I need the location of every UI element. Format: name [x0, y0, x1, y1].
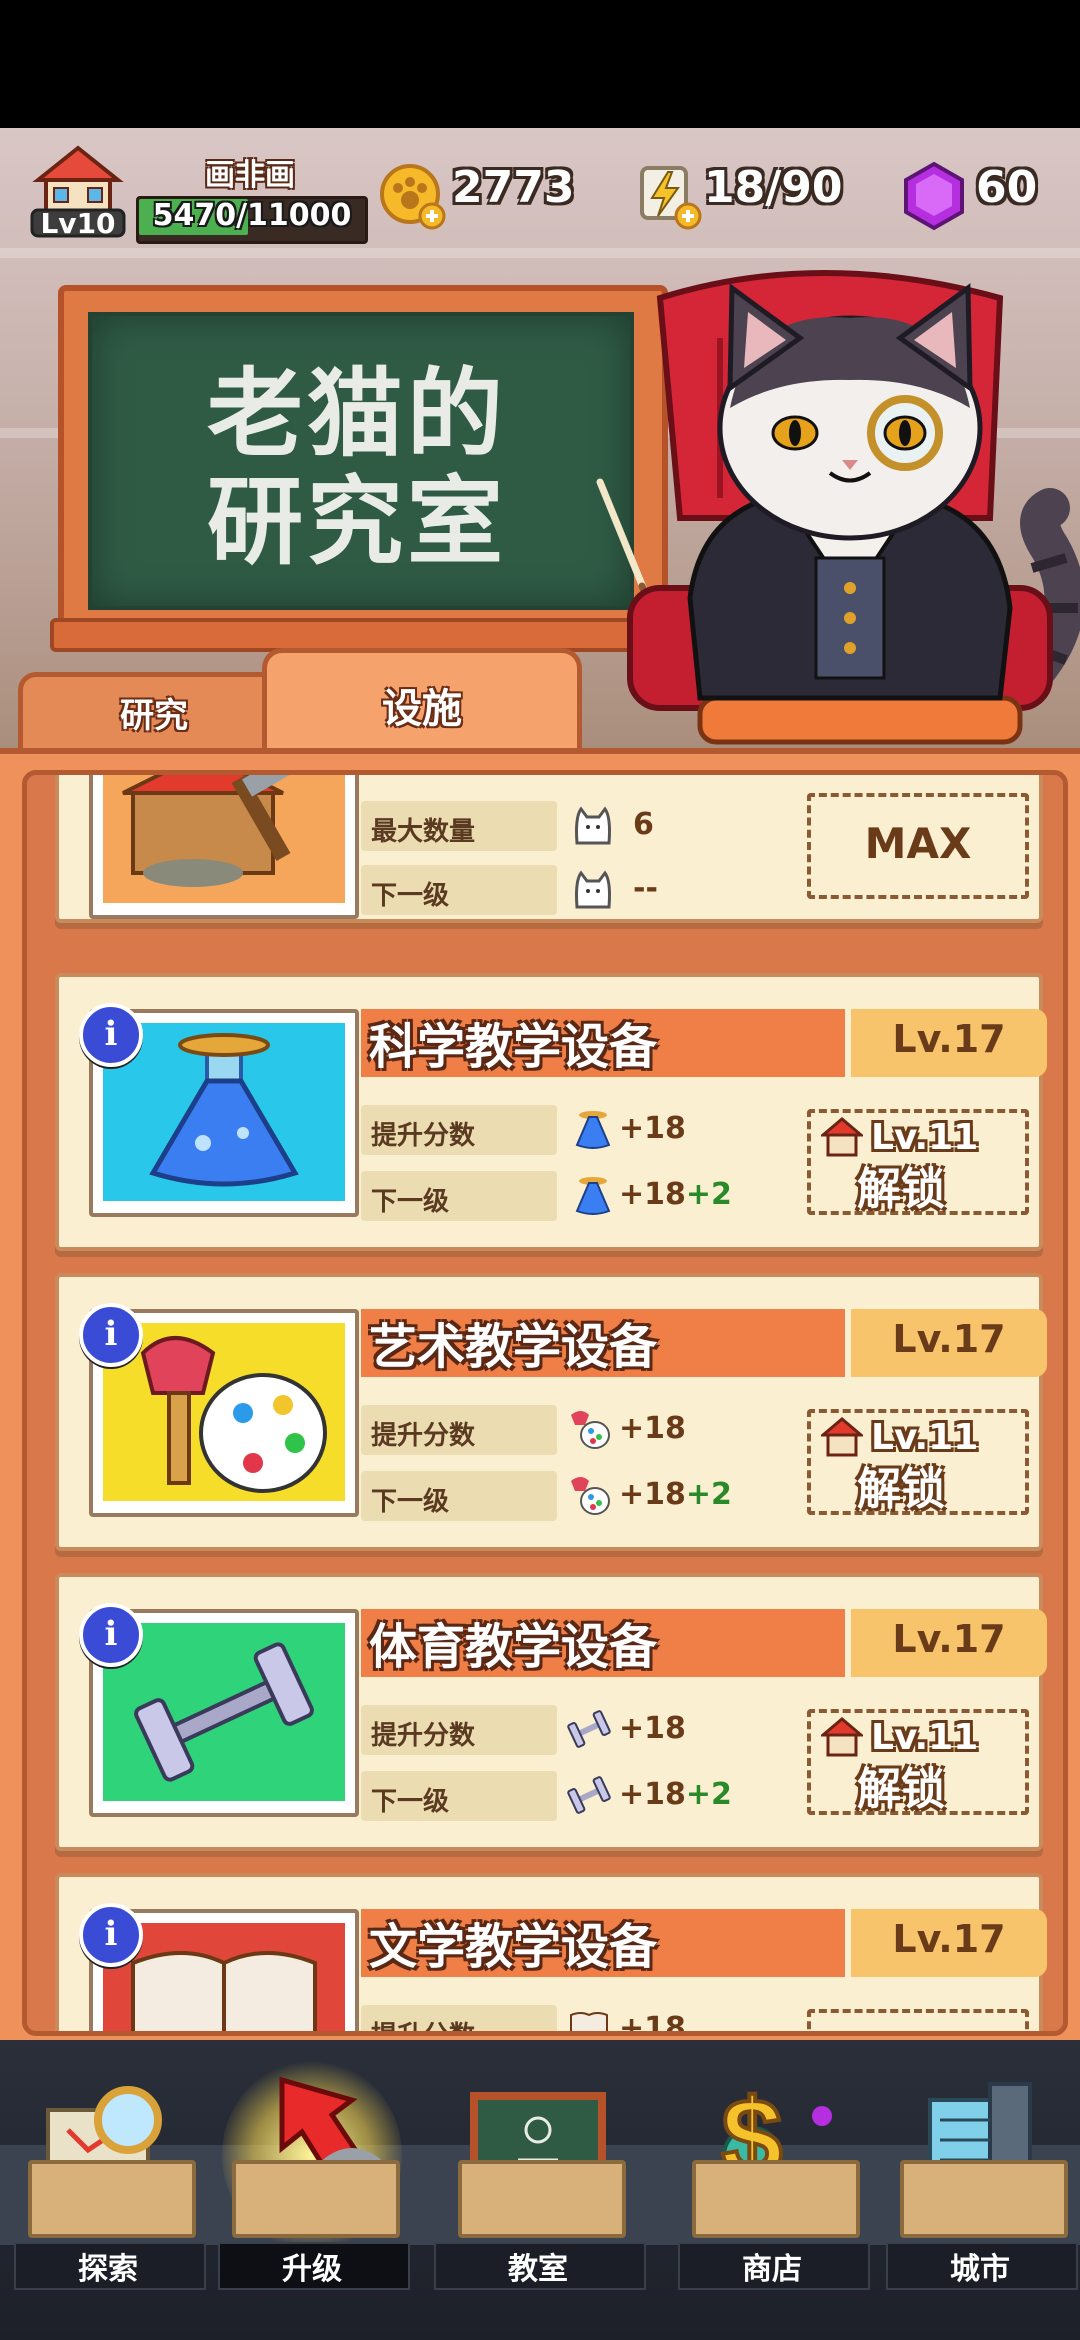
energy-count: 18/90 [704, 162, 843, 213]
nav-label: 探索 [78, 2252, 138, 2287]
row1-label: 最大数量 [371, 817, 476, 847]
cat-professor-mascot [627, 270, 1080, 745]
unlock-level: Lv.11 [871, 1417, 979, 1458]
facility-card-capacity[interactable]: 最大数量 6 下一级 -- MAX [55, 775, 1043, 923]
facility-title: 文学教学设备 [369, 1919, 658, 1975]
row1-label: 提升分数 [371, 1721, 476, 1751]
house-small-icon [821, 1717, 863, 1757]
row2-label: 下一级 [371, 881, 450, 911]
row2-value-bonus: +2 [685, 1177, 732, 1212]
coin-paw-icon[interactable] [376, 160, 448, 232]
unlock-button[interactable] [807, 2009, 1029, 2031]
dumbbell-small-icon [567, 1776, 611, 1814]
gem-icon[interactable] [900, 160, 968, 232]
row1-value: +18 [619, 2011, 686, 2036]
nav-box [28, 2160, 196, 2238]
board-title-line2: 研究室 [207, 465, 507, 578]
facility-level: Lv.17 [892, 1017, 1006, 1061]
row2-value-bonus: +2 [685, 1477, 732, 1512]
row2-label: 下一级 [371, 1487, 450, 1517]
nav-label: 教室 [508, 2252, 568, 2287]
max-label: MAX [864, 819, 972, 868]
nav-city[interactable]: 城市 [880, 2070, 1080, 2300]
row2-value: -- [633, 871, 658, 906]
xp-text: 5470/11000 [152, 198, 352, 233]
board-title: 老猫的 研究室 [88, 360, 626, 576]
unlock-label: 解锁 [857, 1464, 945, 1515]
facility-title: 体育教学设备 [369, 1619, 658, 1675]
energy-bolt-icon[interactable] [636, 160, 704, 232]
row2-value-base: +18 [619, 1477, 686, 1512]
coin-count: 2773 [452, 162, 575, 213]
dumbbell-small-icon [567, 1710, 611, 1748]
row1-value: +18 [619, 1111, 686, 1146]
nav-label: 城市 [950, 2252, 1010, 2287]
info-button[interactable]: i [79, 1603, 143, 1667]
unlock-label: 解锁 [857, 1164, 945, 1215]
house-small-icon [821, 1417, 863, 1457]
row2-value: +18+2 [619, 1477, 732, 1512]
flask-small-icon [575, 1177, 611, 1215]
row2-value: +18+2 [619, 1777, 732, 1812]
nav-classroom[interactable]: 教室 [428, 2070, 648, 2300]
facility-title: 艺术教学设备 [369, 1319, 658, 1375]
nav-upgrade[interactable]: 升级 [212, 2060, 412, 2300]
nav-box [900, 2160, 1068, 2238]
tab-facility-label: 设施 [382, 686, 462, 732]
chalkboard-ledge [50, 618, 672, 652]
info-button[interactable]: i [79, 1003, 143, 1067]
row1-label: 提升分数 [371, 2021, 476, 2036]
facility-title: 科学教学设备 [369, 1019, 658, 1075]
facility-level: Lv.17 [892, 1317, 1006, 1361]
row1-value: +18 [619, 1411, 686, 1446]
book-small-icon [570, 2012, 608, 2031]
facility-card-literature[interactable]: i 文学教学设备 Lv.17 提升分数 +18 [55, 1873, 1047, 2036]
facility-card-sports[interactable]: i 体育教学设备 Lv.17 提升分数 +18 下一级 +18+2 Lv.11 … [55, 1573, 1047, 1851]
tab-research-label: 研究 [120, 696, 188, 736]
row1-value: 6 [633, 807, 654, 842]
row2-value-base: +18 [619, 1777, 686, 1812]
nav-shop[interactable]: $ 商店 [672, 2070, 872, 2300]
player-name: 画非画 [205, 158, 295, 193]
row1-label: 提升分数 [371, 1121, 476, 1151]
row1-value: +18 [619, 1711, 686, 1746]
facility-list[interactable]: 最大数量 6 下一级 -- MAX i 科学教学设备 Lv.17 提升分数 +1… [22, 770, 1068, 2036]
row2-value: +18+2 [619, 1177, 732, 1212]
info-button[interactable]: i [79, 1303, 143, 1367]
gem-count: 60 [976, 162, 1038, 213]
facility-level: Lv.17 [892, 1617, 1006, 1661]
flask-small-icon [575, 1111, 611, 1149]
nav-explore[interactable]: 探索 [8, 2070, 208, 2300]
unlock-level: Lv.11 [871, 1717, 979, 1758]
nav-label: 商店 [742, 2252, 802, 2287]
capacity-thumbnail [89, 775, 359, 919]
nav-box [692, 2160, 860, 2238]
house-small-icon [821, 1117, 863, 1157]
status-bar-area [0, 0, 1080, 128]
level-badge-text: Lv10 [40, 207, 116, 240]
nav-box [232, 2160, 400, 2238]
row2-label: 下一级 [371, 1787, 450, 1817]
palette-small-icon [571, 1411, 610, 1449]
facility-card-science[interactable]: i 科学教学设备 Lv.17 提升分数 +18 下一级 +18+2 Lv.11 … [55, 973, 1047, 1251]
row1-label: 提升分数 [371, 1421, 476, 1451]
palette-small-icon [571, 1477, 610, 1515]
unlock-label: 解锁 [857, 1764, 945, 1815]
board-title-line1: 老猫的 [207, 357, 507, 470]
row2-label: 下一级 [371, 1187, 450, 1217]
row2-value-bonus: +2 [685, 1777, 732, 1812]
nav-label: 升级 [282, 2252, 342, 2287]
info-button[interactable]: i [79, 1903, 143, 1967]
facility-card-art[interactable]: i 艺术教学设备 Lv.17 提升分数 +18 下一级 +18+2 Lv.11 … [55, 1273, 1047, 1551]
facility-level: Lv.17 [892, 1917, 1006, 1961]
nav-box [458, 2160, 626, 2238]
building-tools-icon [122, 775, 304, 887]
cat-head-icon [575, 806, 611, 845]
cat-head-icon [575, 870, 611, 909]
row2-value-base: +18 [619, 1177, 686, 1212]
unlock-level: Lv.11 [871, 1117, 979, 1158]
